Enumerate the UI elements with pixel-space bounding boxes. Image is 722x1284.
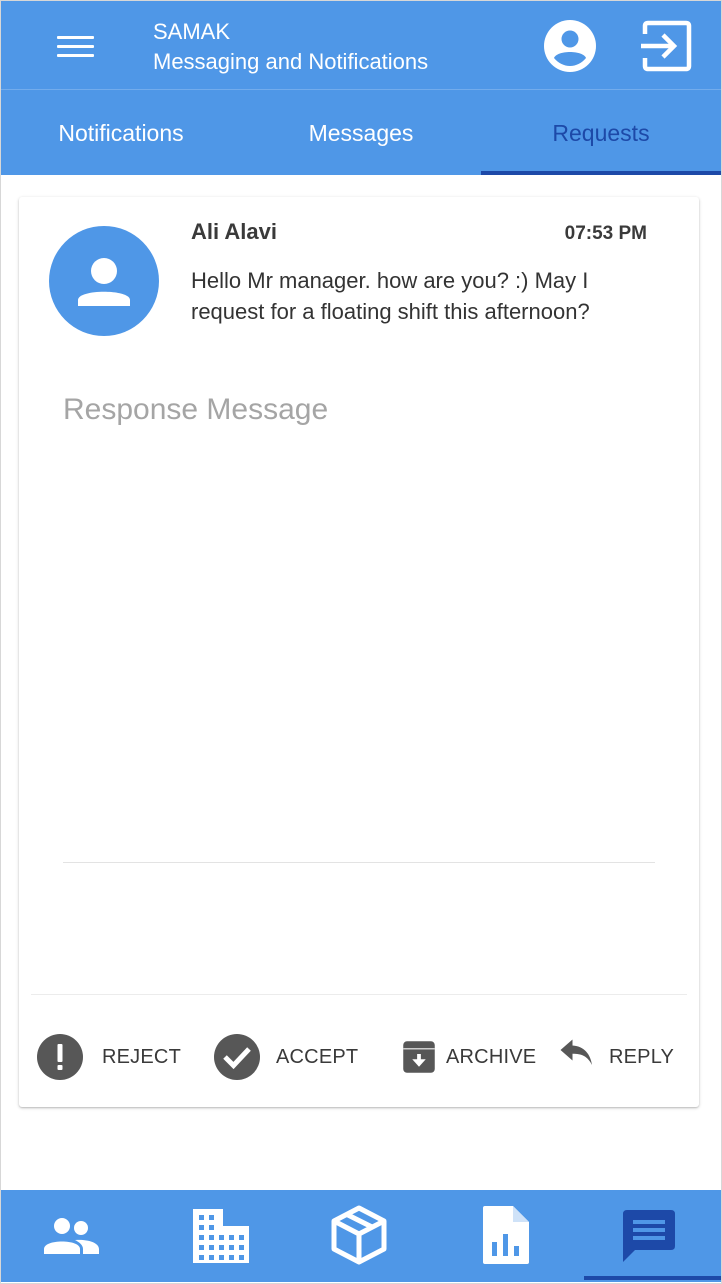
accept-button[interactable]: ACCEPT (213, 1033, 373, 1081)
tab-messages[interactable]: Messages (241, 90, 481, 175)
app-title-block: SAMAK Messaging and Notifications (153, 17, 428, 77)
message-body: Hello Mr manager. how are you? :) May I … (191, 268, 590, 324)
avatar (49, 226, 159, 336)
reject-label: REJECT (102, 1046, 181, 1068)
people-icon (44, 1218, 99, 1254)
package-icon (331, 1205, 387, 1265)
archive-label: ARCHIVE (446, 1046, 537, 1068)
reply-icon (560, 1039, 592, 1065)
building-icon (193, 1209, 249, 1263)
reject-button[interactable]: REJECT (36, 1033, 196, 1081)
actions-divider (31, 994, 687, 995)
account-circle-icon[interactable] (543, 19, 597, 73)
sender-name: Ali Alavi (191, 219, 277, 244)
nav-people[interactable] (1, 1190, 145, 1282)
response-message-input[interactable] (63, 393, 655, 863)
accept-label: ACCEPT (276, 1046, 359, 1068)
tab-requests[interactable]: Requests (481, 90, 721, 175)
nav-packages[interactable] (289, 1190, 433, 1282)
app-subtitle: Messaging and Notifications (153, 49, 429, 74)
bottom-navigation (1, 1190, 721, 1282)
message-icon (623, 1210, 675, 1262)
response-message-field[interactable] (63, 393, 655, 863)
reply-label: REPLY (609, 1046, 675, 1068)
report-icon (483, 1206, 529, 1264)
app-bar: SAMAK Messaging and Notifications (1, 1, 721, 89)
nav-buildings[interactable] (145, 1190, 289, 1282)
tab-bar: Notifications Messages Requests (1, 89, 721, 175)
app-name: SAMAK (153, 19, 231, 44)
active-tab-indicator (481, 171, 721, 175)
check-circle-icon (214, 1034, 260, 1080)
nav-reports[interactable] (433, 1190, 577, 1282)
person-icon (78, 258, 130, 306)
nav-messages[interactable] (577, 1190, 721, 1282)
exit-icon[interactable] (639, 19, 693, 73)
menu-icon[interactable] (47, 23, 103, 69)
tab-notifications[interactable]: Notifications (1, 90, 241, 175)
active-nav-indicator (584, 1276, 721, 1280)
alert-circle-icon (37, 1034, 83, 1080)
archive-icon (403, 1041, 435, 1073)
message-time: 07:53 PM (564, 223, 647, 244)
archive-button[interactable]: ARCHIVE (397, 1033, 547, 1081)
reply-button[interactable]: REPLY (557, 1033, 687, 1081)
input-underline (63, 862, 655, 863)
request-card: Ali Alavi 07:53 PM Hello Mr manager. how… (19, 197, 699, 1107)
